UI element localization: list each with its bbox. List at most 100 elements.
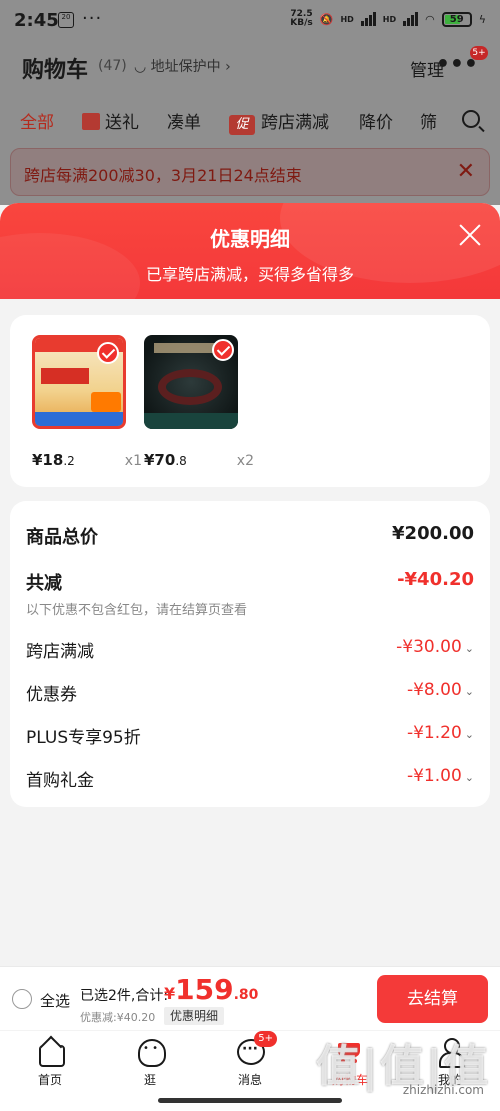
discount-amount: -¥8.00 <box>406 680 462 700</box>
medicine-box-icon <box>32 335 126 429</box>
discount-value: -¥1.00 ⌄ <box>407 766 474 786</box>
tab-filter[interactable]: 筛 <box>420 108 437 133</box>
tab-cross-store[interactable]: 促跨店满减 <box>229 108 329 135</box>
product-qty: x1 <box>124 453 142 469</box>
tab-combine[interactable]: 凑单 <box>167 108 201 133</box>
discount-label: 跨店满减 <box>26 642 94 662</box>
checkout-button[interactable]: 去结算 <box>377 975 488 1023</box>
promo-close-icon[interactable]: ✕ <box>457 159 475 184</box>
network-speed-unit: KB/s <box>290 18 313 28</box>
discount-row-coupon[interactable]: 优惠券 -¥8.00 ⌄ <box>26 680 474 705</box>
selected-info: 已选2件,合计: <box>80 988 169 1004</box>
discount-row-cross-store[interactable]: 跨店满减 -¥30.00 ⌄ <box>26 637 474 662</box>
select-all-radio[interactable] <box>12 989 32 1009</box>
total-label: 商品总价 <box>26 527 98 548</box>
status-bar: 2:45 20 ··· 72.5 KB/s 🔕 HD HD ◠ 59 ϟ <box>0 0 500 40</box>
discount-amount: -¥1.00 <box>406 766 462 786</box>
network-speed: 72.5 KB/s <box>290 10 312 28</box>
total-row: 商品总价 ¥200.00 <box>26 523 474 549</box>
chevron-down-icon: ⌄ <box>464 642 474 655</box>
chevron-down-icon: ⌄ <box>464 685 474 698</box>
promo-icon: 促 <box>229 115 255 135</box>
signal-bars-icon-2 <box>403 12 419 26</box>
tab-messages-label: 消息 <box>237 1073 262 1087</box>
status-more-dots: ··· <box>82 8 103 29</box>
discount-detail-button[interactable]: 优惠明细 <box>164 1007 225 1025</box>
products-card: ¥18.2 x1 ¥70.8 x2 <box>10 315 490 487</box>
tab-home-label: 首页 <box>37 1073 62 1087</box>
price-dec: .2 <box>63 454 75 468</box>
mute-icon: 🔕 <box>319 12 334 26</box>
reduced-label: 共减 <box>26 573 62 594</box>
selected-check-icon <box>212 339 234 361</box>
discount-amount: -¥1.20 <box>406 723 462 743</box>
product-qty: x2 <box>236 453 254 469</box>
browse-icon <box>135 1037 166 1067</box>
reduced-row: 共减 -¥40.20 <box>26 569 474 595</box>
tab-all[interactable]: 全部 <box>20 108 54 133</box>
tab-browse-label: 逛 <box>143 1073 156 1087</box>
charging-icon: ϟ <box>478 12 486 26</box>
tab-cross-store-label: 跨店满减 <box>261 113 329 133</box>
checkout-bar: 全选 已选2件,合计: ¥159.80 优惠减:¥40.20 优惠明细 去结算 <box>0 966 500 1030</box>
tab-gift-label: 送礼 <box>105 113 139 133</box>
product-item[interactable]: ¥18.2 x1 <box>32 335 142 475</box>
signal-hd-1: HD <box>340 14 354 24</box>
tab-browse[interactable]: 逛 <box>110 1037 190 1088</box>
discount-label: 优惠券 <box>26 685 77 705</box>
price-int: ¥18 <box>32 451 64 469</box>
discount-amount-text: 优惠减:¥40.20 <box>80 1011 156 1024</box>
discount-amount: -¥30.00 <box>396 637 462 657</box>
tab-gift[interactable]: 送礼 <box>82 108 139 133</box>
tab-price-drop[interactable]: 降价 <box>359 108 393 133</box>
checkout-total: ¥159.80 <box>164 973 258 1006</box>
battery-icon: 59 <box>441 11 472 27</box>
price-dec: .8 <box>175 454 187 468</box>
chevron-down-icon: ⌄ <box>464 771 474 784</box>
product-price: ¥18.2 <box>32 451 75 469</box>
total-int: 159 <box>175 973 234 1006</box>
message-badge: 5+ <box>254 1031 277 1047</box>
discount-note: 以下优惠不包含红包，请在结算页查看 <box>26 603 248 618</box>
address-protection[interactable]: ◡ 地址保护中 › <box>134 56 231 76</box>
total-dec: .80 <box>233 987 259 1003</box>
select-all-label[interactable]: 全选 <box>40 990 70 1011</box>
status-right-cluster: 72.5 KB/s 🔕 HD HD ◠ 59 ϟ <box>290 10 486 28</box>
total-currency: ¥ <box>164 984 176 1003</box>
total-value: ¥200.00 <box>392 523 474 544</box>
cart-count: (47) <box>98 58 127 74</box>
reduced-value: -¥40.20 <box>397 569 474 590</box>
close-icon[interactable] <box>456 221 484 249</box>
status-chip-icon: 20 <box>58 12 74 28</box>
bead-bracelet-icon <box>144 335 238 429</box>
discount-row-first-purchase[interactable]: 首购礼金 -¥1.00 ⌄ <box>26 766 474 791</box>
filter-tabs: 全部 送礼 凑单 促跨店满减 降价 筛 <box>0 100 500 140</box>
tab-messages[interactable]: 5+ 消息 <box>210 1031 290 1088</box>
message-icon: 5+ <box>235 1031 277 1065</box>
discount-row-plus[interactable]: PLUS专享95折 -¥1.20 ⌄ <box>26 723 474 748</box>
sheet-title: 优惠明细 <box>210 227 290 251</box>
page-title: 购物车 <box>22 58 89 83</box>
promo-text: 跨店每满200减30，3月21日24点结束 <box>24 166 302 185</box>
wifi-icon: ◠ <box>425 12 435 26</box>
signal-hd-2: HD <box>382 14 397 24</box>
price-int: ¥70 <box>144 451 176 469</box>
sheet-header: 优惠明细 已享跨店满减，买得多省得多 <box>0 203 500 333</box>
product-item[interactable]: ¥70.8 x2 <box>144 335 254 475</box>
promo-banner: 跨店每满200减30，3月21日24点结束 ✕ <box>10 148 490 196</box>
discount-value: -¥1.20 ⌄ <box>407 723 474 743</box>
discount-label: 首购礼金 <box>26 771 94 791</box>
chevron-down-icon: ⌄ <box>464 728 474 741</box>
search-icon[interactable] <box>462 110 480 128</box>
home-indicator <box>158 1098 342 1103</box>
tab-home[interactable]: 首页 <box>10 1037 90 1088</box>
sheet-subtitle: 已享跨店满减，买得多省得多 <box>145 265 354 284</box>
gift-icon <box>82 113 100 130</box>
watermark-site: zhizhizhi.com <box>402 1083 484 1097</box>
more-badge: 5+ <box>470 46 488 60</box>
discount-value: -¥30.00 ⌄ <box>396 637 474 657</box>
status-time: 2:45 <box>14 10 59 31</box>
discount-label: PLUS专享95折 <box>26 728 141 748</box>
discount-value: -¥8.00 ⌄ <box>407 680 474 700</box>
battery-level: 59 <box>449 13 464 25</box>
